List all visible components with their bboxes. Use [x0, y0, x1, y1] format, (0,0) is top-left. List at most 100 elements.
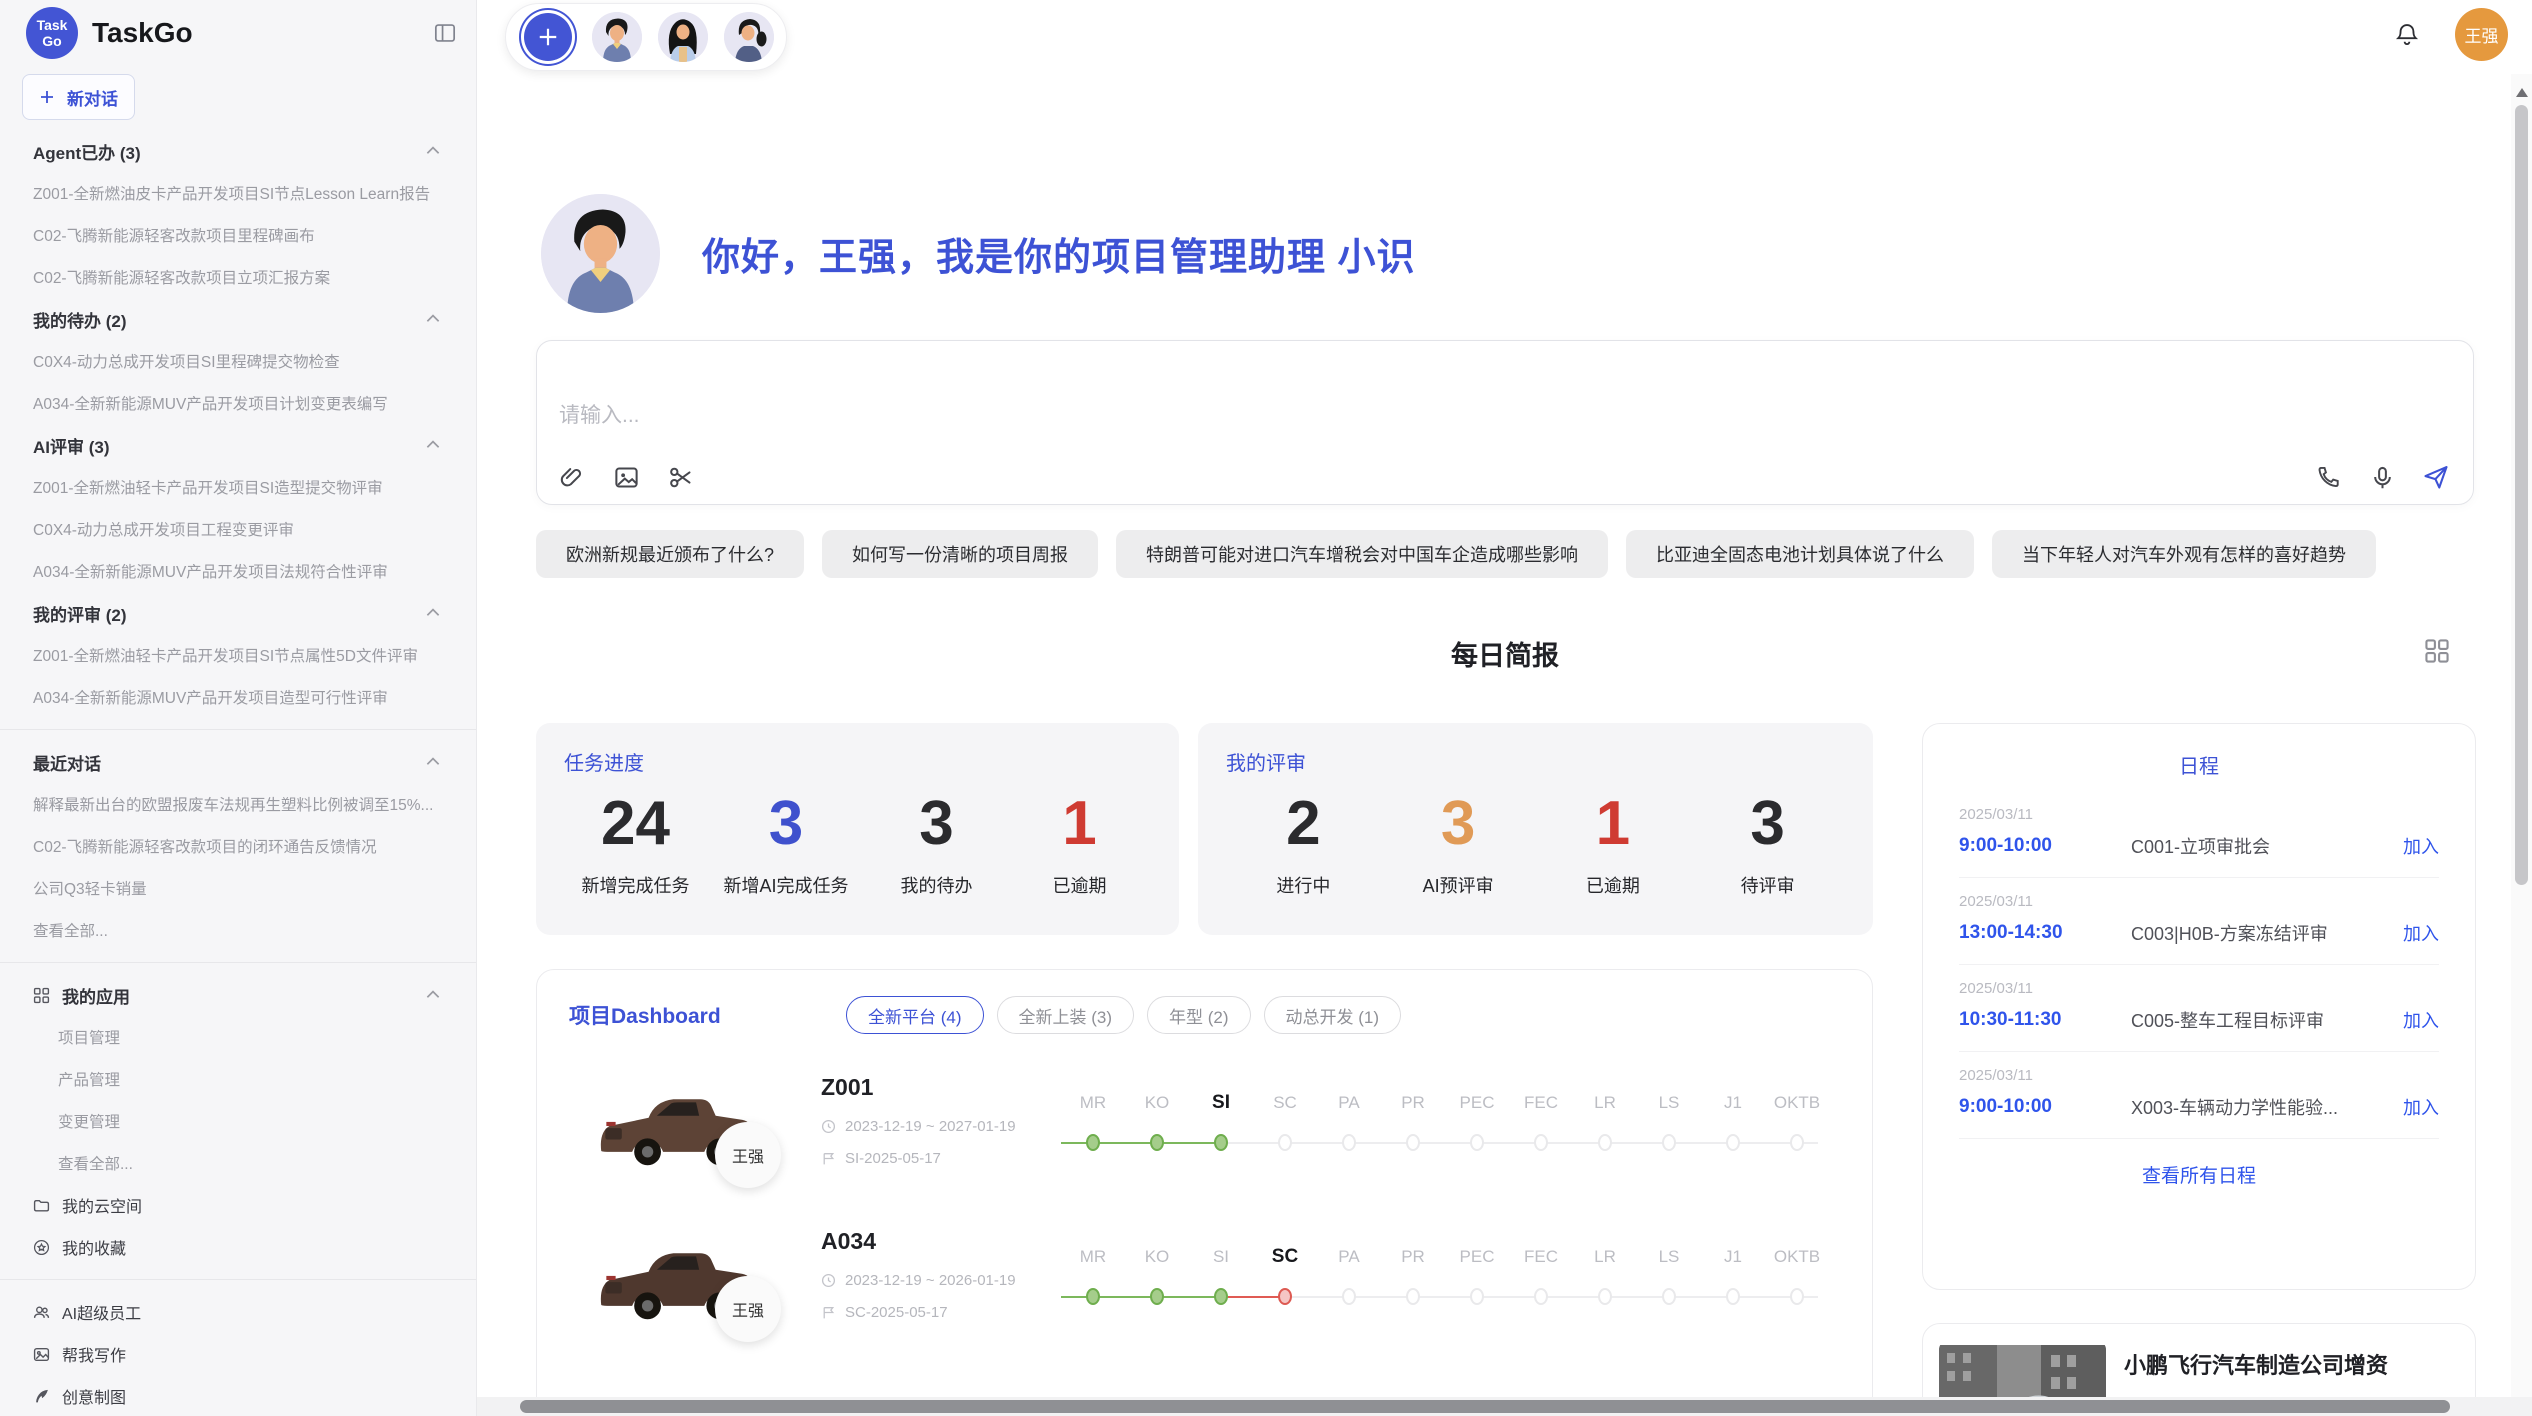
chevron-up-icon[interactable] [424, 142, 442, 160]
new-chat-button[interactable]: 新对话 [22, 74, 135, 120]
suggestion-chip[interactable]: 当下年轻人对汽车外观有怎样的喜好趋势 [1992, 530, 2376, 578]
stat-label: 进行中 [1248, 872, 1358, 898]
chevron-up-icon[interactable] [424, 604, 442, 622]
attachment-icon[interactable] [557, 462, 587, 492]
event-join-link[interactable]: 加入 [2403, 1007, 2439, 1033]
sidebar-section-header[interactable]: Agent已办 (3) [0, 130, 476, 172]
sidebar-item[interactable]: 变更管理 [0, 1100, 476, 1142]
milestone-timeline: MRKOSISCPAPRPECFECLRLSJ1OKTB [1061, 1090, 1851, 1170]
sidebar-item[interactable]: A034-全新新能源MUV产品开发项目计划变更表编写 [0, 382, 476, 424]
sidebar-item[interactable]: C02-飞腾新能源轻客改款项目的闭环通告反馈情况 [0, 825, 476, 867]
horizontal-scrollbar[interactable] [477, 1397, 2532, 1416]
sidebar-item[interactable]: 产品管理 [0, 1058, 476, 1100]
schedule-event: 2025/03/119:00-10:00C001-立项审批会加入 [1959, 791, 2439, 878]
sidebar-item[interactable]: C02-飞腾新能源轻客改款项目立项汇报方案 [0, 256, 476, 298]
phone-call-icon[interactable] [2313, 462, 2343, 492]
project-owner-badge[interactable]: 王强 [715, 1122, 781, 1188]
suggestion-chip[interactable]: 欧洲新规最近颁布了什么? [536, 530, 804, 578]
layout-grid-icon[interactable] [2424, 638, 2450, 664]
chevron-up-icon[interactable] [424, 986, 442, 1004]
stat-card: 任务进度24新增完成任务3新增AI完成任务3我的待办1已逾期 [536, 723, 1179, 935]
image-upload-icon[interactable] [611, 462, 641, 492]
milestone-label: J1 [1701, 1244, 1765, 1270]
event-join-link[interactable]: 加入 [2403, 920, 2439, 946]
horizontal-scroll-thumb[interactable] [520, 1400, 2450, 1413]
dashboard-filter-chip[interactable]: 年型 (2) [1147, 996, 1251, 1034]
user-avatar[interactable]: 王强 [2455, 8, 2508, 61]
session-avatar-3[interactable] [724, 12, 774, 62]
chevron-up-icon[interactable] [424, 436, 442, 454]
suggestion-chip[interactable]: 如何写一份清晰的项目周报 [822, 530, 1098, 578]
scroll-up-arrow[interactable] [2516, 88, 2528, 97]
sidebar-section-title: AI评审 (3) [33, 433, 424, 458]
milestone-dot [1086, 1134, 1100, 1151]
sidebar-item-label: 帮我写作 [62, 1342, 126, 1366]
sidebar-item[interactable]: C0X4-动力总成开发项目SI里程碑提交物检查 [0, 340, 476, 382]
sidebar-section-apps-header[interactable]: 我的应用 [0, 974, 476, 1016]
briefing-stat-cards: 任务进度24新增完成任务3新增AI完成任务3我的待办1已逾期我的评审2进行中3A… [536, 723, 1873, 935]
microphone-icon[interactable] [2367, 462, 2397, 492]
sidebar-item[interactable]: Z001-全新燃油轻卡产品开发项目SI节点属性5D文件评审 [0, 634, 476, 676]
sidebar-item[interactable]: A034-全新新能源MUV产品开发项目法规符合性评审 [0, 550, 476, 592]
collapse-sidebar-icon[interactable] [434, 22, 456, 44]
project-owner-badge[interactable]: 王强 [715, 1276, 781, 1342]
sidebar-item[interactable]: C0X4-动力总成开发项目工程变更评审 [0, 508, 476, 550]
greeting-text: 你好，王强，我是你的项目管理助理 小识 [702, 226, 1416, 281]
session-avatar-1[interactable] [592, 12, 642, 62]
chevron-up-icon[interactable] [424, 310, 442, 328]
notifications-bell-icon[interactable] [2393, 21, 2421, 49]
people-icon [33, 1304, 50, 1321]
suggestion-chip[interactable]: 比亚迪全固态电池计划具体说了什么 [1626, 530, 1974, 578]
sidebar-item[interactable]: 解释最新出台的欧盟报废车法规再生塑料比例被调至15%... [0, 783, 476, 825]
sidebar-tool-item[interactable]: 创意制图 [0, 1375, 476, 1416]
add-session-button[interactable] [524, 13, 572, 61]
sidebar-item[interactable]: Z001-全新燃油轻卡产品开发项目SI造型提交物评审 [0, 466, 476, 508]
event-row: 9:00-10:00C001-立项审批会加入 [1959, 833, 2439, 859]
sidebar-item-star[interactable]: 我的收藏 [0, 1226, 476, 1268]
event-name: C003|H0B-方案冻结评审 [2131, 920, 2403, 946]
schedule-event: 2025/03/1113:00-14:30C003|H0B-方案冻结评审加入 [1959, 878, 2439, 965]
vertical-scroll-thumb[interactable] [2515, 105, 2528, 885]
schedule-event: 2025/03/119:00-10:00X003-车辆动力学性能验...加入 [1959, 1052, 2439, 1139]
milestone-dot [1086, 1288, 1100, 1305]
suggestion-chip[interactable]: 特朗普可能对进口汽车增税会对中国车企造成哪些影响 [1116, 530, 1608, 578]
sidebar-section-header[interactable]: 我的待办 (2) [0, 298, 476, 340]
dashboard-filter-chip[interactable]: 全新平台 (4) [846, 996, 984, 1034]
vertical-scrollbar[interactable] [2511, 74, 2532, 1416]
send-icon[interactable] [2421, 462, 2451, 492]
scissors-icon[interactable] [665, 462, 695, 492]
stat-card-values: 24新增完成任务3新增AI完成任务3我的待办1已逾期 [564, 778, 1151, 898]
sidebar-item[interactable]: 查看全部... [0, 1142, 476, 1184]
sidebar-item[interactable]: 查看全部... [0, 909, 476, 951]
sidebar-tool-item[interactable]: AI超级员工 [0, 1291, 476, 1333]
taskgo-app: Task Go TaskGo 新对话 Agent已办 (3)Z001-全新燃油皮… [0, 0, 2532, 1416]
milestone-dot [1726, 1288, 1740, 1305]
project-flag: SI-2025-05-17 [821, 1150, 941, 1167]
event-join-link[interactable]: 加入 [2403, 833, 2439, 859]
composer[interactable]: 请输入... [536, 340, 2474, 505]
sidebar-item[interactable]: Z001-全新燃油皮卡产品开发项目SI节点Lesson Learn报告 [0, 172, 476, 214]
sidebar-section-recent-header[interactable]: 最近对话 [0, 741, 476, 783]
composer-placeholder: 请输入... [559, 399, 640, 429]
stat: 24新增完成任务 [580, 778, 690, 898]
stat-card-title: 任务进度 [564, 747, 1151, 776]
sidebar-item[interactable]: C02-飞腾新能源轻客改款项目里程碑画布 [0, 214, 476, 256]
chevron-up-icon[interactable] [424, 753, 442, 771]
sidebar-item[interactable]: 公司Q3轻卡销量 [0, 867, 476, 909]
sidebar-divider [0, 1279, 476, 1280]
event-date: 2025/03/11 [1959, 893, 2439, 910]
sidebar-tool-item[interactable]: 帮我写作 [0, 1333, 476, 1375]
stat-value: 24 [580, 778, 690, 870]
dashboard-filter-chip[interactable]: 动总开发 (1) [1264, 996, 1402, 1034]
sidebar-item-folder[interactable]: 我的云空间 [0, 1184, 476, 1226]
view-all-schedule-link[interactable]: 查看所有日程 [1923, 1161, 2475, 1188]
event-join-link[interactable]: 加入 [2403, 1094, 2439, 1120]
milestone-dot [1214, 1288, 1228, 1305]
sidebar-item[interactable]: 项目管理 [0, 1016, 476, 1058]
dashboard-filter-chip[interactable]: 全新上装 (3) [997, 996, 1135, 1034]
sidebar-item[interactable]: A034-全新新能源MUV产品开发项目造型可行性评审 [0, 676, 476, 718]
sidebar-section-header[interactable]: AI评审 (3) [0, 424, 476, 466]
milestone-dot [1150, 1288, 1164, 1305]
sidebar-section-header[interactable]: 我的评审 (2) [0, 592, 476, 634]
session-avatar-2[interactable] [658, 12, 708, 62]
